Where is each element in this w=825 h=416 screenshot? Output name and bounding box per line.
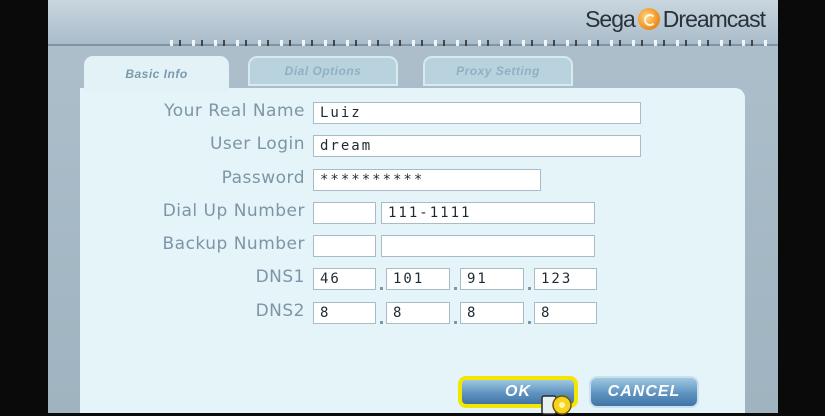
real-name-field[interactable]: Luiz	[313, 102, 641, 124]
ok-button-label: OK	[505, 383, 531, 400]
dns1-octet-2[interactable]: 101	[386, 268, 450, 290]
real-name-label: Your Real Name	[164, 101, 305, 121]
octet-separator	[380, 321, 383, 324]
octet-separator	[454, 287, 457, 290]
hand-cursor-icon	[541, 395, 572, 415]
octet-separator	[380, 287, 383, 290]
cancel-button-label: CANCEL	[607, 383, 681, 400]
dns1-octet-4[interactable]: 123	[534, 268, 597, 290]
dial-up-number-label: Dial Up Number	[162, 201, 305, 221]
backup-area-code-field[interactable]	[313, 235, 376, 257]
dns1-label: DNS1	[255, 267, 305, 287]
tab-proxy-setting[interactable]: Proxy Setting	[423, 56, 573, 86]
dns1-octet-3[interactable]: 91	[460, 268, 524, 290]
backup-number-label: Backup Number	[162, 234, 305, 254]
dns1-octet-1[interactable]: 46	[313, 268, 376, 290]
dns2-label: DNS2	[255, 301, 305, 321]
tab-basic-info[interactable]: Basic Info	[84, 56, 229, 92]
dns2-octet-4[interactable]: 8	[534, 302, 597, 324]
tab-label: Basic Info	[125, 67, 188, 81]
user-login-label: User Login	[209, 134, 305, 154]
logo-text-sega: Sega	[585, 5, 636, 32]
tab-label: Proxy Setting	[456, 64, 540, 78]
logo-text-dreamcast: Dreamcast	[662, 5, 766, 32]
user-login-field[interactable]: dream	[313, 135, 641, 157]
tab-dial-options[interactable]: Dial Options	[248, 56, 398, 86]
password-label: Password	[221, 168, 305, 188]
dns2-octet-1[interactable]: 8	[313, 302, 376, 324]
dial-up-area-code-field[interactable]	[313, 202, 376, 224]
dial-up-number-field[interactable]: 111-1111	[381, 202, 595, 224]
dreamcast-swirl-icon	[637, 8, 660, 30]
octet-separator	[528, 321, 531, 324]
sega-dreamcast-logo: Sega Dreamcast	[585, 5, 766, 32]
dns2-octet-3[interactable]: 8	[460, 302, 524, 324]
octet-separator	[528, 287, 531, 290]
password-field[interactable]: **********	[313, 169, 541, 191]
tab-label: Dial Options	[284, 64, 362, 78]
octet-separator	[454, 321, 457, 324]
cancel-button[interactable]: CANCEL	[589, 376, 699, 408]
decorative-dot-strip	[170, 40, 770, 46]
backup-number-field[interactable]	[381, 235, 595, 257]
dns2-octet-2[interactable]: 8	[386, 302, 450, 324]
